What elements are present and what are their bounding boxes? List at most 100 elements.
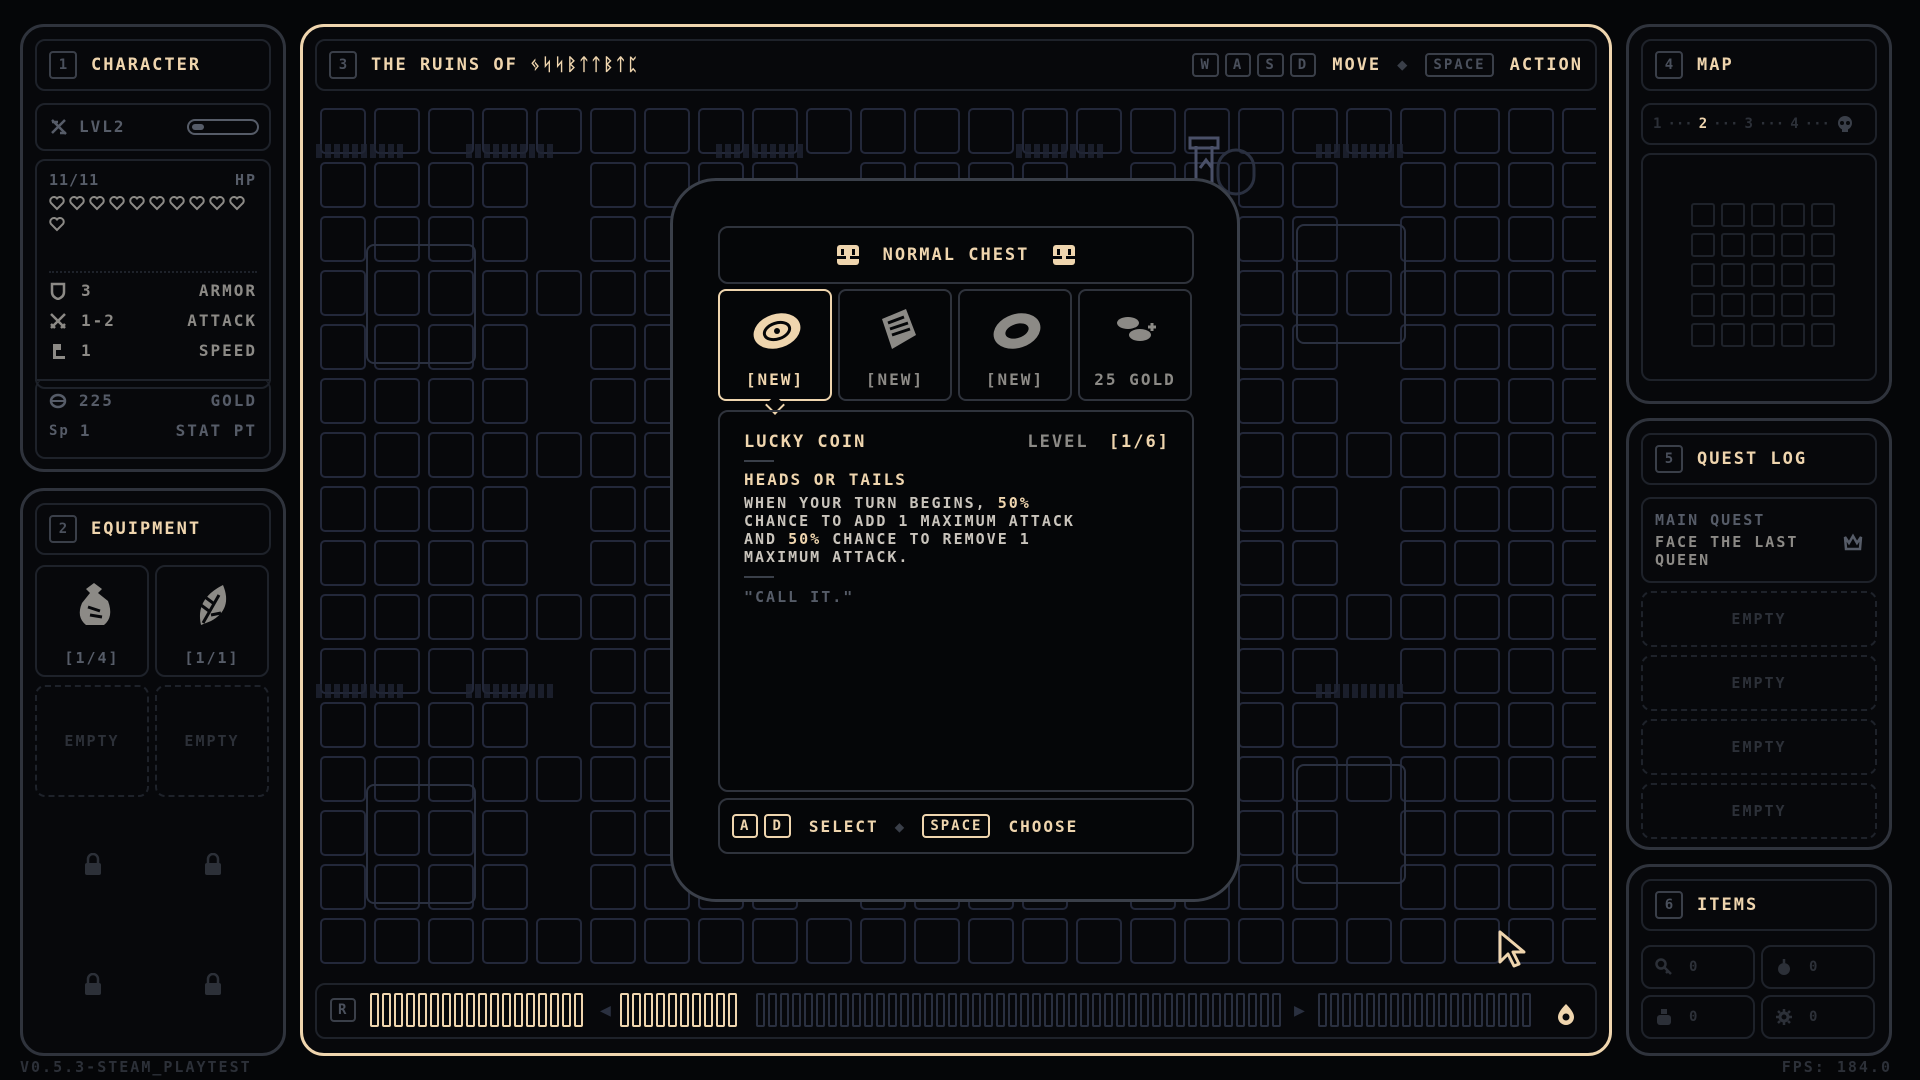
equip-count: [1/4] — [64, 649, 120, 667]
floor-selector[interactable]: 1 ··· 2 ··· 3 ··· 4 ··· — [1641, 103, 1877, 145]
chest-slot-coin[interactable]: [New] — [718, 289, 832, 401]
empty-slot[interactable]: Empty — [155, 685, 269, 797]
brick-wall — [316, 684, 406, 698]
minimap-cell — [1751, 203, 1775, 227]
description-line: chance to add 1 maximum attack — [744, 512, 1075, 530]
minimap-cell — [1751, 233, 1775, 257]
chest-controls: A D Select ◆ Space Choose — [718, 798, 1194, 854]
floor-item[interactable]: 3 — [1744, 116, 1752, 132]
floor-tile — [1238, 594, 1284, 640]
heart-icon — [89, 196, 105, 211]
chest-slot-ring[interactable]: [New] — [958, 289, 1072, 401]
floor-tile — [590, 216, 636, 262]
floor-tile — [374, 594, 420, 640]
progress-segment — [840, 993, 849, 1027]
floor-tile — [1238, 918, 1284, 964]
minimap-cell — [1811, 203, 1835, 227]
minimap-cell — [1811, 293, 1835, 317]
minimap-cell — [1721, 263, 1745, 287]
floor-tile — [1508, 486, 1554, 532]
floor-tile — [806, 108, 852, 154]
floor-tile — [374, 702, 420, 748]
equip-slot-1[interactable]: [1/4] — [35, 565, 149, 677]
progress-segments-remaining — [1318, 993, 1531, 1027]
progress-segment — [728, 993, 737, 1027]
floor-tile — [752, 918, 798, 964]
floor-tile — [1292, 702, 1338, 748]
progress-segment — [876, 993, 885, 1027]
item-slot-bomb[interactable]: 0 — [1761, 945, 1875, 989]
brick-wall — [1316, 144, 1406, 158]
progress-segment — [780, 993, 789, 1027]
heart-icon — [189, 196, 205, 211]
floor-tile — [1508, 702, 1554, 748]
floor-tile — [590, 648, 636, 694]
swords-icon — [50, 312, 66, 329]
items-header: 6 Items — [1641, 879, 1877, 931]
progress-segment — [502, 993, 511, 1027]
floor-tile — [1508, 162, 1554, 208]
floor-tile — [1562, 594, 1596, 640]
brick-wall — [316, 144, 406, 158]
leaf-icon — [199, 585, 227, 625]
floor-tile — [1238, 378, 1284, 424]
progress-segment — [562, 993, 571, 1027]
equip-slot-2[interactable]: [1/1] — [155, 565, 269, 677]
floor-item[interactable]: 1 — [1653, 116, 1661, 132]
main-quest-card[interactable]: Main Quest Face the last queen — [1641, 497, 1877, 583]
item-slot-key[interactable]: 0 — [1641, 945, 1755, 989]
floor-tile — [482, 864, 528, 910]
floor-tile — [1238, 216, 1284, 262]
boot-icon — [53, 343, 65, 359]
chest-slot-gold[interactable]: 25 Gold — [1078, 289, 1192, 401]
progress-segment — [1260, 993, 1269, 1027]
key-d: D — [764, 814, 791, 838]
progress-segment — [1248, 993, 1257, 1027]
floor-item[interactable]: 4 — [1790, 116, 1798, 132]
floor-item-current[interactable]: 2 — [1699, 116, 1707, 132]
floor-tile — [428, 540, 474, 586]
room-outline — [1296, 224, 1406, 344]
floor-tile — [428, 486, 474, 532]
item-slot-potion[interactable]: 0 — [1641, 995, 1755, 1039]
floor-tile — [590, 324, 636, 370]
floor-tile — [1400, 324, 1446, 370]
floor-tile — [1562, 216, 1596, 262]
item-count: 0 — [1809, 1009, 1818, 1025]
key-space: Space — [922, 814, 991, 838]
progress-segment — [1056, 993, 1065, 1027]
floor-tile — [1454, 594, 1500, 640]
floor-tile — [1400, 162, 1446, 208]
chevron-right-icon: ▶ — [1294, 1000, 1305, 1021]
floor-tile — [644, 918, 690, 964]
progress-segment — [1104, 993, 1113, 1027]
floor-tile — [1454, 486, 1500, 532]
progress-segment — [1438, 993, 1447, 1027]
item-slot-gear[interactable]: 0 — [1761, 995, 1875, 1039]
floor-tile — [1562, 540, 1596, 586]
map-title: Map — [1697, 55, 1734, 75]
chest-slot-scroll[interactable]: [New] — [838, 289, 952, 401]
stat-row: 1-2 Attack — [49, 311, 257, 330]
stat-value: 1 — [81, 341, 93, 360]
level-title: The Ruins of ᛃᛋᛋᛒᛏᛏᛒᛏᛈ — [371, 55, 640, 75]
floor-tile — [320, 918, 366, 964]
empty-slot[interactable]: Empty — [35, 685, 149, 797]
mouse-cursor-icon — [1498, 930, 1526, 968]
floor-tile — [482, 594, 528, 640]
minimap-grid — [1691, 203, 1841, 353]
slot-label: [New] — [865, 370, 925, 389]
floor-tile — [1292, 432, 1338, 478]
floor-tile — [1562, 432, 1596, 478]
progress-segment — [1486, 993, 1495, 1027]
hp-value: 11/11 — [49, 171, 100, 189]
progress-segment — [644, 993, 653, 1027]
floor-tile — [806, 918, 852, 964]
minimap-cell — [1781, 293, 1805, 317]
floor-tile — [428, 702, 474, 748]
progress-segment — [1318, 993, 1327, 1027]
progress-segment — [620, 993, 629, 1027]
floor-tile — [590, 810, 636, 856]
progress-segment — [1092, 993, 1101, 1027]
floor-tile — [482, 432, 528, 478]
